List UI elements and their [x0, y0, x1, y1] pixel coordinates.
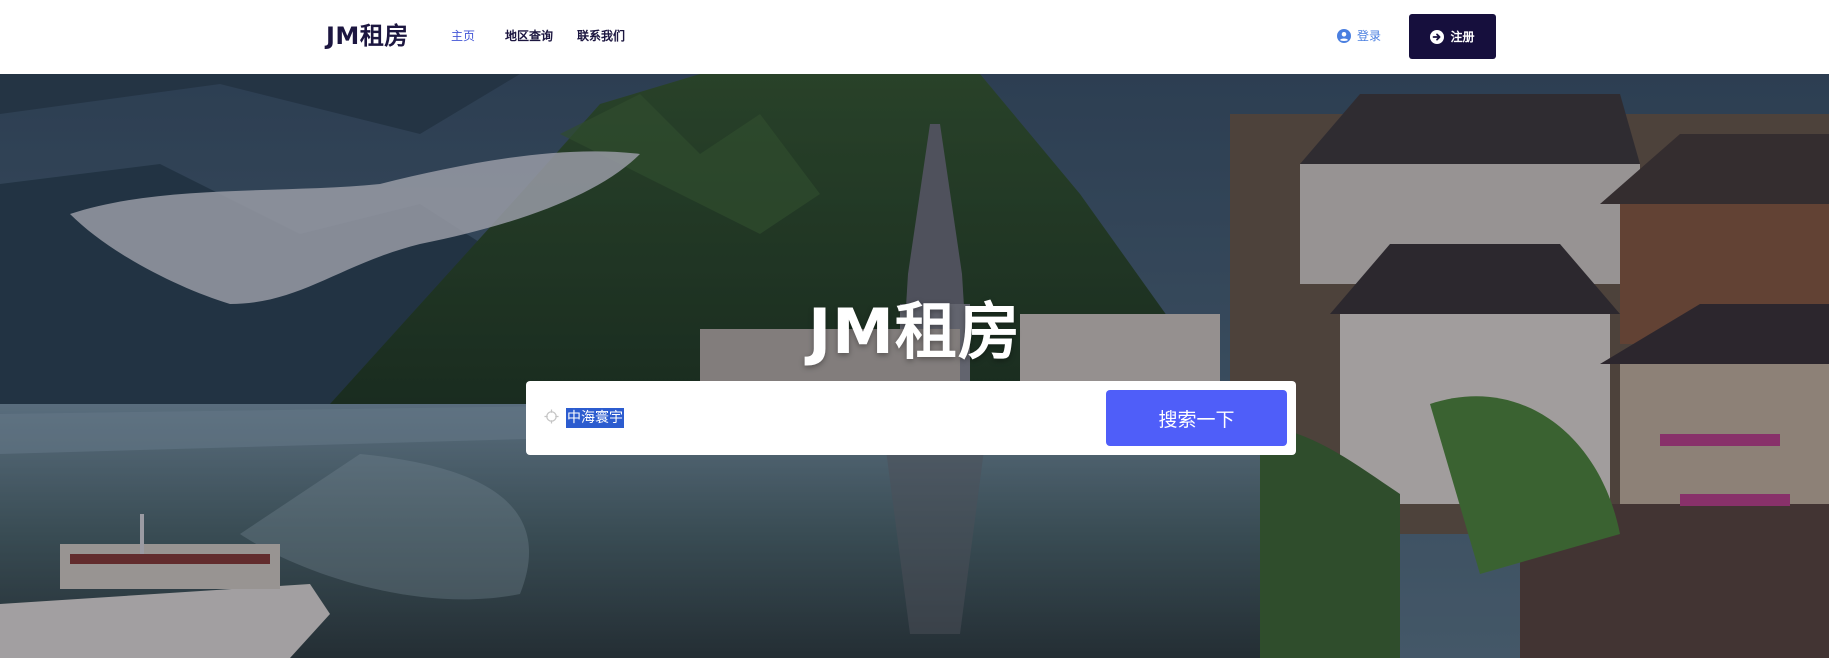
page-bottom-strip: [0, 658, 1829, 666]
hero-banner: JM租房 中海寰宇 搜索一下: [0, 74, 1829, 658]
register-label: 注册: [1450, 30, 1475, 44]
user-circle-icon: [1337, 28, 1351, 43]
nav-area-search[interactable]: 地区查询: [505, 27, 553, 44]
top-navbar: JM租房 主页 地区查询 联系我们 登录 注册: [0, 0, 1829, 74]
brand-logo[interactable]: JM租房: [326, 16, 409, 51]
search-input[interactable]: 中海寰宇: [566, 408, 624, 428]
crosshair-icon: [544, 409, 559, 424]
login-label: 登录: [1357, 29, 1382, 43]
search-box: 中海寰宇 搜索一下: [526, 381, 1296, 455]
arrow-right-circle-icon: [1430, 29, 1445, 44]
login-link[interactable]: 登录: [1337, 27, 1381, 44]
hero-title: JM租房: [808, 295, 1021, 368]
nav-home[interactable]: 主页: [451, 27, 475, 44]
nav-contact-us[interactable]: 联系我们: [577, 27, 625, 44]
register-button[interactable]: 注册: [1409, 14, 1496, 59]
search-button[interactable]: 搜索一下: [1106, 390, 1287, 446]
